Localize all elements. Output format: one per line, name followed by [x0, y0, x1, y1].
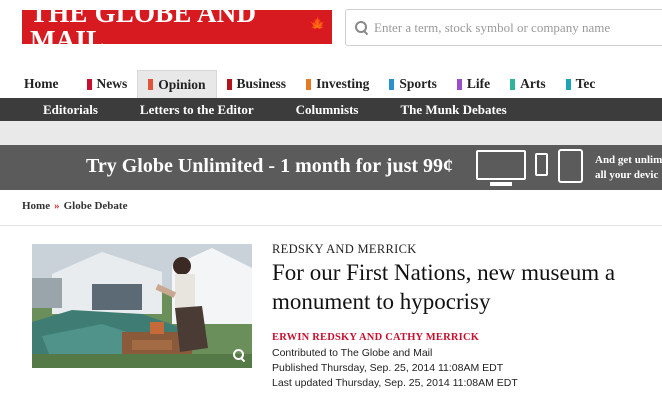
nav-item-tech[interactable]: Tec [556, 70, 606, 98]
nav-item-business[interactable]: Business [217, 70, 297, 98]
subnav-editorials[interactable]: Editorials [0, 102, 119, 118]
promo-side-line-1: And get unlim [595, 154, 662, 166]
smartphone-icon [535, 153, 548, 176]
article-updated-date: Last updated Thursday, Sep. 25, 2014 11:… [272, 377, 518, 389]
section-color-marker [456, 78, 462, 90]
breadcrumb: Home » Globe Debate [22, 200, 127, 212]
promo-side-text: And get unlim all your devic [595, 153, 662, 183]
nav-item-investing[interactable]: Investing [296, 70, 379, 98]
opinion-subnav: Editorials Letters to the Editor Columni… [0, 98, 662, 121]
nav-item-label: Sports [399, 76, 437, 91]
nav-item-sports[interactable]: Sports [379, 70, 447, 98]
spacer-strip [0, 121, 662, 145]
nav-item-label: Business [236, 76, 287, 91]
search-box[interactable] [345, 9, 662, 46]
subnav-munk-debates[interactable]: The Munk Debates [379, 102, 527, 118]
section-color-marker [389, 78, 395, 90]
subnav-columnists[interactable]: Columnists [275, 102, 380, 118]
nav-item-arts[interactable]: Arts [500, 70, 556, 98]
divider [0, 225, 662, 226]
nav-item-label: Arts [520, 76, 546, 91]
nav-item-label: Opinion [158, 76, 206, 92]
globe-unlimited-promo-banner[interactable]: Try Globe Unlimited - 1 month for just 9… [0, 145, 662, 190]
article-contributed-note: Contributed to The Globe and Mail [272, 347, 433, 359]
tablet-icon [558, 149, 583, 183]
nav-item-home[interactable]: Home [0, 70, 77, 98]
maple-leaf-icon: 🍁 [308, 16, 327, 33]
promo-side-line-2: all your devic [595, 169, 659, 181]
nav-item-label: News [96, 76, 128, 91]
search-input[interactable] [374, 19, 654, 36]
article-photo-image [32, 244, 252, 368]
article-published-date: Published Thursday, Sep. 25, 2014 11:08A… [272, 362, 504, 374]
zoom-icon[interactable] [232, 348, 246, 362]
breadcrumb-home-link[interactable]: Home [22, 200, 50, 212]
article-kicker: REDSKY AND MERRICK [272, 242, 417, 256]
article-headline: For our First Nations, new museum a monu… [272, 260, 616, 314]
breadcrumb-globe-debate-link[interactable]: Globe Debate [64, 200, 128, 212]
article-photo[interactable] [32, 244, 252, 368]
nav-item-opinion[interactable]: Opinion [137, 70, 217, 98]
nav-item-life[interactable]: Life [447, 70, 500, 98]
promo-text: Try Globe Unlimited - 1 month for just 9… [86, 155, 454, 177]
section-color-marker [510, 78, 516, 90]
nav-item-label: Tec [575, 76, 596, 91]
primary-nav: Home News Opinion Business Investing Spo… [0, 70, 662, 98]
nav-item-label: Life [466, 76, 491, 91]
subnav-letters-to-the-editor[interactable]: Letters to the Editor [119, 102, 275, 118]
section-color-marker [226, 78, 232, 90]
nav-item-label: Investing [316, 76, 370, 91]
breadcrumb-separator: » [54, 200, 60, 212]
search-icon[interactable] [354, 20, 370, 36]
logo-text: THE GLOBE AND MAIL [30, 0, 257, 55]
section-color-marker [306, 78, 312, 90]
section-color-marker [86, 78, 92, 90]
nav-item-label: Home [24, 76, 59, 91]
section-color-marker [565, 78, 571, 90]
article-byline[interactable]: ERWIN REDSKY AND CATHY MERRICK [272, 332, 479, 343]
masthead: THE GLOBE AND MAIL 🍁 [0, 0, 662, 60]
globe-and-mail-logo[interactable]: THE GLOBE AND MAIL 🍁 [22, 0, 332, 54]
desktop-monitor-icon [476, 150, 526, 186]
section-color-marker [148, 79, 154, 90]
nav-item-news[interactable]: News [77, 70, 138, 98]
